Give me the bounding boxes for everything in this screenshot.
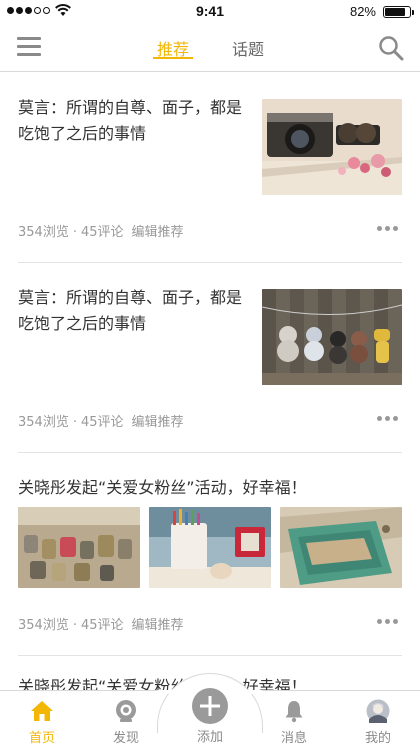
comment-count: 45评论 bbox=[80, 618, 124, 633]
add-icon bbox=[200, 696, 220, 716]
item-meta: 354浏览 · 45评论 编辑推荐 bbox=[18, 221, 184, 240]
status-bar: 9:41 82% bbox=[0, 0, 420, 22]
tab-label: 消息 bbox=[280, 731, 307, 746]
home-icon bbox=[31, 701, 53, 721]
editor-pick-tag: 编辑推荐 bbox=[131, 225, 184, 240]
item-title-line: 吃饱了之后的事情 bbox=[18, 314, 147, 333]
more-options-icon[interactable] bbox=[377, 619, 398, 624]
green-vintage-book-photo[interactable] bbox=[280, 507, 402, 588]
battery-icon bbox=[383, 6, 414, 18]
avatar bbox=[366, 699, 390, 723]
top-nav: 推荐 话题 bbox=[0, 22, 420, 72]
meta-separator: · bbox=[72, 618, 77, 633]
view-count: 354浏览 bbox=[18, 415, 69, 430]
hamburger-menu-icon[interactable] bbox=[17, 37, 41, 57]
divider bbox=[18, 655, 402, 656]
more-options-icon[interactable] bbox=[377, 226, 398, 231]
hanging-plush-toys-photo[interactable] bbox=[262, 289, 402, 385]
meta-separator: · bbox=[72, 225, 77, 240]
divider bbox=[18, 262, 402, 263]
meta-separator: · bbox=[72, 415, 77, 430]
item-title: 关晓彤发起“关爱女粉丝”活动，好幸福！ bbox=[18, 478, 307, 497]
tab-label: 首页 bbox=[28, 731, 55, 746]
editor-pick-tag: 编辑推荐 bbox=[131, 618, 184, 633]
editor-pick-tag: 编辑推荐 bbox=[131, 415, 184, 430]
pencil-cup-hamster-photo[interactable] bbox=[149, 507, 271, 588]
search-icon[interactable] bbox=[378, 35, 404, 61]
comment-count: 45评论 bbox=[80, 415, 124, 430]
view-count: 354浏览 bbox=[18, 225, 69, 240]
item-title-line: 吃饱了之后的事情 bbox=[18, 124, 147, 143]
tab-messages[interactable]: 消息 bbox=[252, 691, 336, 747]
tab-discover[interactable]: 发现 bbox=[84, 691, 168, 747]
tab-home[interactable]: 首页 bbox=[0, 691, 84, 747]
comment-count: 45评论 bbox=[80, 225, 124, 240]
love-locks-photo[interactable] bbox=[18, 507, 140, 588]
tab-add-label: 添加 bbox=[196, 730, 223, 745]
tab-topics[interactable]: 话题 bbox=[232, 36, 264, 60]
discover-icon bbox=[116, 700, 136, 722]
active-tab-indicator bbox=[153, 57, 193, 59]
item-meta: 354浏览 · 45评论 编辑推荐 bbox=[18, 614, 184, 633]
bell-icon bbox=[285, 701, 303, 723]
item-meta: 354浏览 · 45评论 编辑推荐 bbox=[18, 411, 184, 430]
tab-label: 发现 bbox=[112, 731, 139, 746]
add-button[interactable] bbox=[192, 688, 228, 724]
item-title-line: 莫言：所谓的自尊、面子，都是 bbox=[18, 288, 243, 307]
tab-label: 我的 bbox=[364, 731, 391, 746]
camera-film-flowers-photo[interactable] bbox=[262, 99, 402, 195]
item-title-line: 莫言：所谓的自尊、面子，都是 bbox=[18, 98, 243, 117]
view-count: 354浏览 bbox=[18, 618, 69, 633]
battery-percent: 82% bbox=[349, 4, 376, 19]
divider bbox=[18, 452, 402, 453]
more-options-icon[interactable] bbox=[377, 416, 398, 421]
tab-profile[interactable]: 我的 bbox=[336, 691, 420, 747]
